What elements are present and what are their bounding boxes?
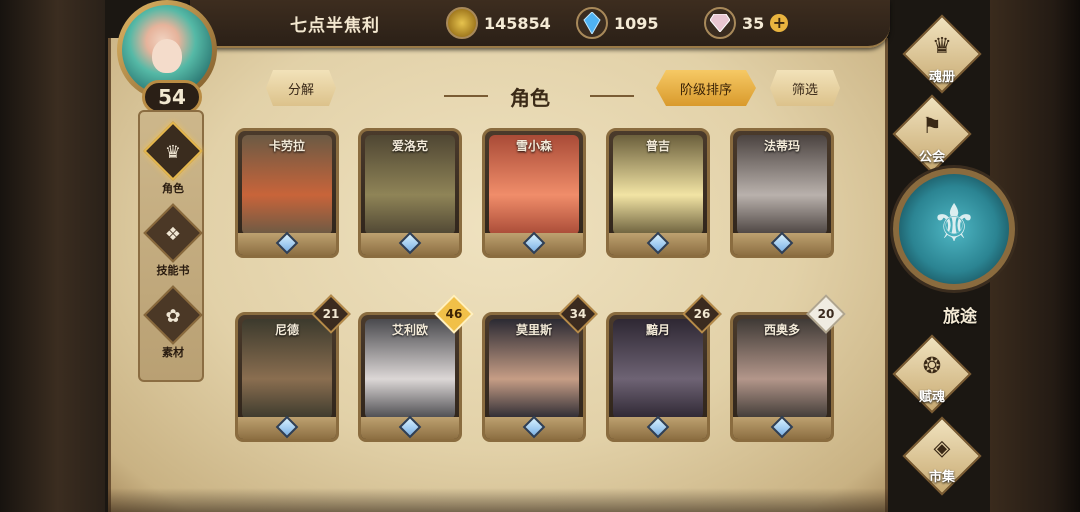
guild-button[interactable]: ⚑ 公会 [892,94,972,174]
character-card[interactable]: 雪小森 [482,128,586,258]
endow-soul-button[interactable]: ❂ 赋魂 [892,334,972,414]
gold-value: 145854 [484,13,551,33]
trident-icon: ⚜ [930,194,978,254]
crystal-resource: 1095 [576,4,659,42]
market-label: 市集 [928,470,955,485]
sidebar-item-character[interactable]: ♛ 角色 [140,121,206,200]
panel-shadow [108,488,888,512]
sort-by-rank-button[interactable]: 阶级排序 [656,70,756,106]
left-frame [0,0,105,512]
filter-button[interactable]: 筛选 [770,70,840,106]
crown-icon: ♛ [932,34,952,59]
journey-button[interactable]: ⚜ [893,168,1015,290]
swirl-icon: ❂ [922,354,942,379]
character-icon: ♛ [164,142,182,163]
material-icon: ✿ [165,306,181,327]
journey-label: 旅途 [943,307,977,327]
character-card[interactable]: 尼德 [235,312,339,442]
market-button[interactable]: ◈ 市集 [902,416,982,496]
character-card[interactable]: 爱洛克 [358,128,462,258]
flag-icon: ⚑ [922,114,942,139]
character-card[interactable]: 西奥多 [730,312,834,442]
sidebar-item-material[interactable]: ✿ 素材 [140,285,206,364]
soul-book-button[interactable]: ♛ 魂册 [902,14,982,94]
character-name: 爱洛克 [391,139,428,153]
character-level: 34 [569,307,587,321]
character-card[interactable]: 艾利欧 [358,312,462,442]
character-level: 20 [817,307,835,321]
page-title: 角色 [510,86,550,110]
gold-coin-icon [446,7,478,39]
character-name: 普吉 [645,139,670,153]
skill-book-icon: ❖ [164,224,182,245]
character-card[interactable]: 黯月 [606,312,710,442]
player-level-badge: 54 [142,80,202,114]
character-level: 21 [322,307,340,321]
sidebar-item-label: 素材 [162,346,184,359]
blue-crystal-icon [576,7,608,39]
decompose-button[interactable]: 分解 [266,70,336,106]
character-card[interactable]: 法蒂玛 [730,128,834,258]
endow-soul-label: 赋魂 [918,390,945,405]
gem-value: 35 [742,13,765,33]
character-name: 卡劳拉 [268,139,305,153]
character-card[interactable]: 卡劳拉 [235,128,339,258]
character-level: 26 [693,307,711,321]
guild-label: 公会 [918,150,945,165]
title-ornament-right [590,95,634,97]
character-card[interactable]: 普吉 [606,128,710,258]
sidebar-item-label: 技能书 [156,264,190,277]
crystal-value: 1095 [614,13,659,33]
gem-resource: 35 + [704,4,789,42]
player-name: 七点半焦利 [290,16,380,36]
soul-book-label: 魂册 [928,70,955,85]
add-gem-button[interactable]: + [770,14,789,32]
character-name: 法蒂玛 [763,139,800,153]
character-card[interactable]: 莫里斯 [482,312,586,442]
character-name: 雪小森 [515,139,552,153]
sidebar-item-skill-book[interactable]: ❖ 技能书 [140,203,206,282]
title-ornament-left [444,95,488,97]
pink-gem-icon [704,7,736,39]
category-sidebar: ♛ 角色 ❖ 技能书 ✿ 素材 [138,110,204,382]
sidebar-item-label: 角色 [162,182,184,195]
character-level: 46 [445,307,463,321]
gold-resource: 145854 [446,4,551,42]
crystal-icon: ◈ [933,436,951,461]
